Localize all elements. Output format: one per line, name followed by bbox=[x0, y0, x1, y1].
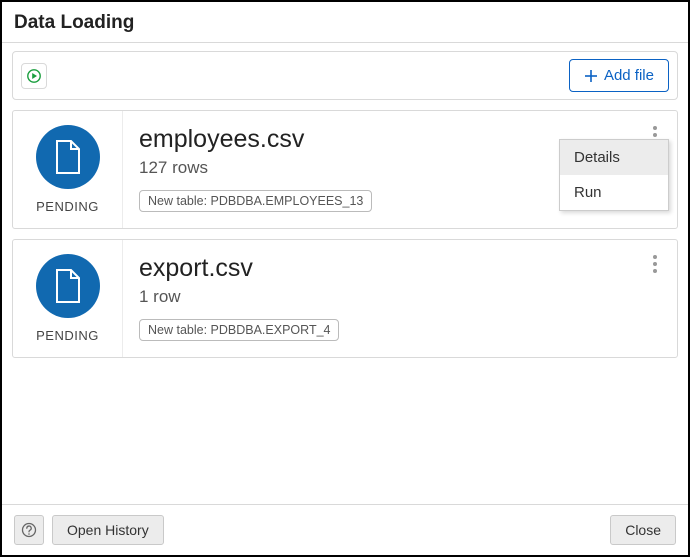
target-table-tag: New table: PDBDBA.EXPORT_4 bbox=[139, 319, 339, 341]
file-actions-menu: Details Run bbox=[559, 139, 669, 211]
file-name: export.csv bbox=[139, 254, 661, 283]
help-button[interactable] bbox=[14, 515, 44, 545]
row-count: 1 row bbox=[139, 287, 661, 307]
file-card-status-area: PENDING bbox=[13, 240, 123, 357]
help-icon bbox=[21, 522, 37, 538]
file-card: PENDING employees.csv 127 rows New table… bbox=[12, 110, 678, 229]
file-actions-menu-button[interactable] bbox=[643, 252, 667, 276]
file-card: PENDING export.csv 1 row New table: PDBD… bbox=[12, 239, 678, 358]
file-card-info: export.csv 1 row New table: PDBDBA.EXPOR… bbox=[123, 240, 677, 357]
data-loading-dialog: Data Loading Add file bbox=[0, 0, 690, 557]
toolbar: Add file bbox=[12, 51, 678, 100]
target-table-tag: New table: PDBDBA.EMPLOYEES_13 bbox=[139, 190, 372, 212]
menu-item-run[interactable]: Run bbox=[560, 175, 668, 210]
file-icon bbox=[53, 139, 83, 175]
dialog-header: Data Loading bbox=[2, 2, 688, 43]
file-list: PENDING employees.csv 127 rows New table… bbox=[2, 100, 688, 504]
dialog-title: Data Loading bbox=[14, 12, 676, 34]
file-type-badge bbox=[36, 125, 100, 189]
status-label: PENDING bbox=[36, 199, 99, 214]
open-history-button[interactable]: Open History bbox=[52, 515, 164, 545]
plus-icon bbox=[584, 69, 598, 83]
dialog-footer: Open History Close bbox=[2, 504, 688, 555]
menu-item-details[interactable]: Details bbox=[560, 140, 668, 175]
close-button[interactable]: Close bbox=[610, 515, 676, 545]
file-type-badge bbox=[36, 254, 100, 318]
add-file-label: Add file bbox=[604, 67, 654, 84]
file-card-status-area: PENDING bbox=[13, 111, 123, 228]
play-icon bbox=[27, 69, 41, 83]
file-icon bbox=[53, 268, 83, 304]
add-file-button[interactable]: Add file bbox=[569, 59, 669, 92]
run-all-button[interactable] bbox=[21, 63, 47, 89]
footer-left: Open History bbox=[14, 515, 164, 545]
status-label: PENDING bbox=[36, 328, 99, 343]
